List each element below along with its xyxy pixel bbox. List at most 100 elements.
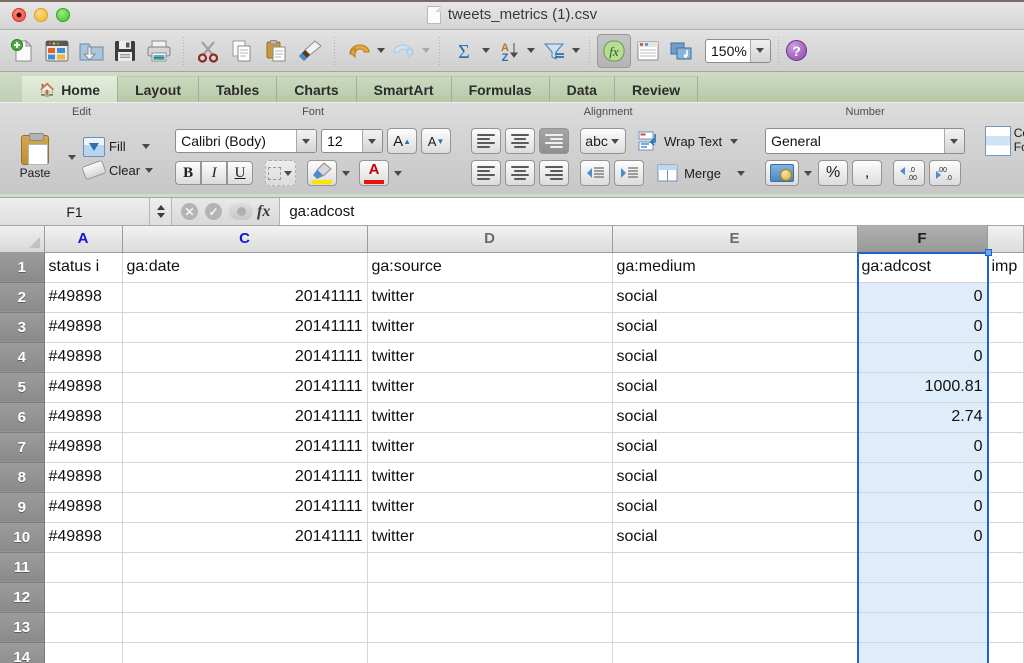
cell-a7[interactable]: #49898 — [44, 432, 123, 463]
tab-formulas[interactable]: Formulas — [451, 76, 550, 102]
tab-smartart[interactable]: SmartArt — [356, 76, 452, 102]
cell-e6[interactable]: social — [612, 402, 858, 433]
wrap-text-button[interactable]: Wrap Text — [638, 130, 740, 152]
undo-icon[interactable] — [342, 34, 376, 68]
media-browser-icon[interactable] — [665, 34, 699, 68]
row-header-14[interactable]: 14 — [0, 642, 45, 663]
cell-a4[interactable]: #49898 — [44, 342, 123, 373]
cell-a5[interactable]: #49898 — [44, 372, 123, 403]
zoom-value[interactable]: 150% — [706, 43, 750, 59]
row-header-6[interactable]: 6 — [0, 402, 45, 433]
cell-c12[interactable] — [122, 582, 368, 613]
cell-g3[interactable] — [987, 312, 1024, 343]
font-size-input[interactable]: 12 — [321, 129, 384, 153]
row-header-13[interactable]: 13 — [0, 612, 45, 643]
cell-e12[interactable] — [612, 582, 858, 613]
font-family-input[interactable]: Calibri (Body) — [175, 129, 318, 153]
cell-g5[interactable] — [987, 372, 1024, 403]
cell-f2[interactable]: 0 — [857, 282, 988, 313]
cell-d10[interactable]: twitter — [367, 522, 613, 553]
number-format-value[interactable]: General — [766, 133, 944, 149]
cell-f7[interactable]: 0 — [857, 432, 988, 463]
toolbox-icon[interactable] — [631, 34, 665, 68]
insert-function-button[interactable]: fx — [229, 203, 270, 221]
conditional-formatting-icon[interactable] — [985, 126, 1011, 156]
decrease-decimal-button[interactable]: .0 .00 — [893, 160, 926, 186]
cell-e11[interactable] — [612, 552, 858, 583]
align-bottom-button[interactable] — [539, 128, 570, 154]
redo-icon[interactable] — [387, 34, 421, 68]
cell-c6[interactable]: 20141111 — [122, 402, 368, 433]
comma-format-button[interactable]: , — [852, 160, 883, 186]
row-header-3[interactable]: 3 — [0, 312, 45, 343]
cell-c11[interactable] — [122, 552, 368, 583]
cell-d14[interactable] — [367, 642, 613, 663]
sort-icon[interactable]: A Z — [492, 34, 526, 68]
align-left-button[interactable] — [471, 160, 502, 186]
cell-g4[interactable] — [987, 342, 1024, 373]
cell-g2[interactable] — [987, 282, 1024, 313]
cell-g12[interactable] — [987, 582, 1024, 613]
bold-button[interactable]: B — [175, 161, 202, 185]
fill-dropdown-icon[interactable] — [141, 144, 150, 149]
currency-format-button[interactable] — [765, 160, 800, 186]
decrease-font-size-button[interactable]: A ▼ — [421, 128, 452, 154]
cell-a10[interactable]: #49898 — [44, 522, 123, 553]
open-folder-icon[interactable] — [74, 34, 108, 68]
orientation-button[interactable]: abc — [580, 128, 627, 154]
cell-e2[interactable]: social — [612, 282, 858, 313]
maximize-button[interactable] — [56, 7, 70, 22]
row-header-5[interactable]: 5 — [0, 372, 45, 403]
cell-g6[interactable] — [987, 402, 1024, 433]
cell-d2[interactable]: twitter — [367, 282, 613, 313]
filter-dropdown-icon[interactable] — [572, 48, 580, 53]
cell-g10[interactable] — [987, 522, 1024, 553]
cell-d7[interactable]: twitter — [367, 432, 613, 463]
cell-f14[interactable] — [857, 642, 988, 663]
format-painter-icon[interactable] — [293, 34, 327, 68]
cell-c14[interactable] — [122, 642, 368, 663]
clear-dropdown-icon[interactable] — [145, 167, 154, 173]
cell-f11[interactable] — [857, 552, 988, 583]
zoom-dropdown-icon[interactable] — [750, 39, 770, 62]
cell-reference-box[interactable]: F1 — [0, 198, 150, 225]
close-button[interactable] — [12, 7, 26, 22]
cell-g14[interactable] — [987, 642, 1024, 663]
increase-indent-button[interactable] — [614, 160, 645, 186]
number-format-dropdown-icon[interactable] — [944, 129, 965, 153]
filter-icon[interactable] — [537, 34, 571, 68]
decrease-indent-button[interactable] — [580, 160, 611, 186]
cell-a2[interactable]: #49898 — [44, 282, 123, 313]
highlight-color-button[interactable] — [307, 160, 338, 186]
paste-dropdown-icon[interactable] — [68, 154, 76, 160]
column-header-d[interactable]: D — [367, 226, 613, 253]
tab-charts[interactable]: Charts — [277, 76, 357, 102]
cell-f3[interactable]: 0 — [857, 312, 988, 343]
minimize-button[interactable] — [34, 7, 48, 22]
cell-e7[interactable]: social — [612, 432, 858, 463]
save-icon[interactable] — [108, 34, 142, 68]
borders-button[interactable] — [265, 160, 297, 186]
cell-e14[interactable] — [612, 642, 858, 663]
cell-e5[interactable]: social — [612, 372, 858, 403]
cell-c1[interactable]: ga:date — [122, 252, 368, 283]
font-color-dropdown-icon[interactable] — [394, 170, 403, 176]
underline-button[interactable]: U — [227, 161, 254, 185]
sort-dropdown-icon[interactable] — [527, 48, 535, 53]
gallery-icon[interactable] — [40, 34, 74, 68]
cell-e4[interactable]: social — [612, 342, 858, 373]
cell-d11[interactable] — [367, 552, 613, 583]
cell-e8[interactable]: social — [612, 462, 858, 493]
row-header-1[interactable]: 1 — [0, 252, 45, 283]
row-header-2[interactable]: 2 — [0, 282, 45, 313]
column-header-g[interactable] — [987, 226, 1024, 253]
formula-input[interactable]: ga:adcost — [280, 198, 1024, 225]
help-icon[interactable]: ? — [786, 40, 807, 61]
row-header-8[interactable]: 8 — [0, 462, 45, 493]
paste-icon[interactable] — [259, 34, 293, 68]
currency-dropdown-icon[interactable] — [804, 170, 813, 176]
cell-d9[interactable]: twitter — [367, 492, 613, 523]
row-header-7[interactable]: 7 — [0, 432, 45, 463]
cell-f10[interactable]: 0 — [857, 522, 988, 553]
column-header-e[interactable]: E — [612, 226, 858, 253]
